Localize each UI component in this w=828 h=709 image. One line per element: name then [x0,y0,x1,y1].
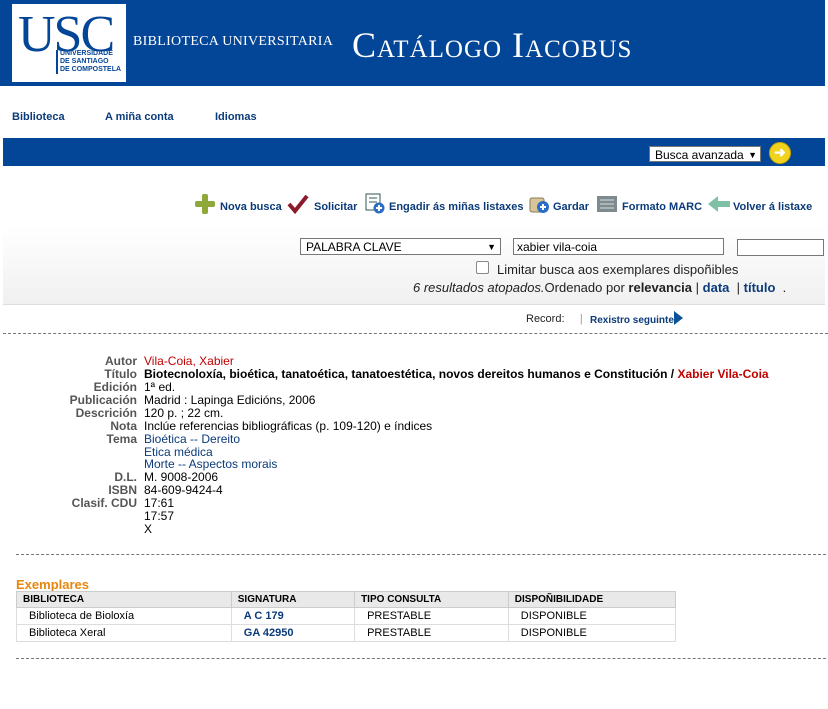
table-header-row: BIBLIOTECA SIGNATURA TIPO CONSULTA DISPO… [16,591,677,608]
nav-biblioteca[interactable]: Biblioteca [12,111,65,123]
holdings-table: BIBLIOTECA SIGNATURA TIPO CONSULTA DISPO… [16,591,677,642]
add-to-lists-button[interactable]: Engadir ás miñas listaxes [389,201,524,213]
dropdown-arrow-icon: ▼ [487,242,496,252]
go-button[interactable]: ➜ [769,142,791,164]
request-button[interactable]: Solicitar [314,201,357,213]
divider [3,333,828,334]
holdings-title: Exemplares [16,577,89,592]
library-name: BIBLIOTECA UNIVERSITARIA [133,34,334,49]
record-nav-label: Record: | [526,313,583,325]
divider [16,658,826,659]
search-query-input[interactable] [513,238,724,255]
back-arrow-icon[interactable] [707,195,731,213]
logo-subtitle: UNIVERSIDADE DE SANTIAGO DE COMPOSTELA [56,50,126,74]
marc-icon[interactable] [596,195,618,213]
plus-icon[interactable] [194,193,216,215]
call-number-link[interactable]: GA 42950 [230,624,356,642]
save-icon[interactable] [528,192,550,214]
table-row: Biblioteca de Bioloxía A C 179 PRESTABLE… [16,607,677,625]
arrow-right-icon: ➜ [774,144,786,160]
back-to-list-button[interactable]: Volver á listaxe [733,201,812,213]
next-record-link[interactable]: Rexistro seguinte [590,315,674,326]
limit-available-checkbox[interactable] [476,261,489,274]
search-field-select[interactable]: PALABRA CLAVE ▼ [300,238,501,255]
checkmark-icon[interactable] [287,194,309,214]
table-row: Biblioteca Xeral GA 42950 PRESTABLE DISP… [16,624,677,642]
dropdown-arrow-icon: ▼ [748,150,757,160]
save-button[interactable]: Gardar [553,201,589,213]
call-number-link[interactable]: A C 179 [230,607,356,625]
add-to-list-icon[interactable] [365,193,385,215]
header-banner: USC UNIVERSIDADE DE SANTIAGO DE COMPOSTE… [0,0,825,86]
catalog-title: Catálogo Iacobus [352,25,633,65]
sort-by-date-link[interactable]: data [703,280,730,295]
results-summary: 6 resultados atopados.Ordenado por relev… [413,280,787,295]
nav-languages[interactable]: Idiomas [215,111,257,123]
search-secondary-input[interactable] [737,239,824,256]
nav-my-account[interactable]: A miña conta [105,111,174,123]
sort-by-title-link[interactable]: título [744,280,776,295]
new-search-button[interactable]: Nova busca [220,201,282,213]
arrow-right-icon[interactable] [674,311,683,325]
usc-logo[interactable]: USC UNIVERSIDADE DE SANTIAGO DE COMPOSTE… [12,4,126,82]
limit-available-label: Limitar busca aos exemplares dispoñibles [497,262,739,277]
marc-format-button[interactable]: Formato MARC [622,201,702,213]
divider [16,554,826,555]
advanced-search-select[interactable]: Busca avanzada ▼ [649,146,761,162]
